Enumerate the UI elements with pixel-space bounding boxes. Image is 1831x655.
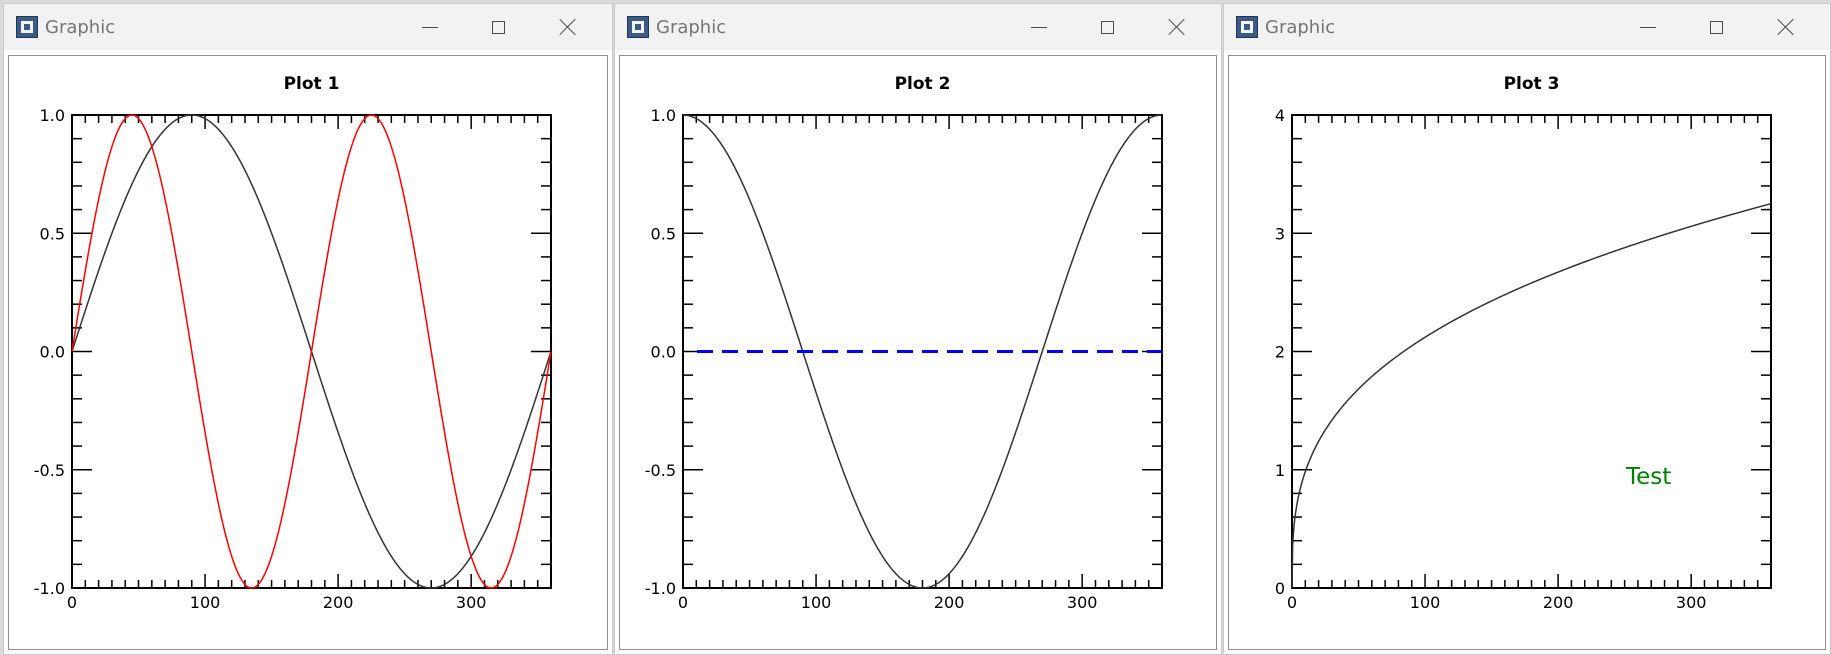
x-tick-label: 200 bbox=[1543, 593, 1574, 612]
window-title: Graphic bbox=[656, 16, 727, 38]
plot-2-chart: Plot 2 0 100 200 300 -1.0 -0.5 0.0 0.5 1.0 bbox=[645, 74, 1163, 612]
maximize-button[interactable] bbox=[1682, 4, 1751, 50]
maximize-icon bbox=[492, 20, 505, 34]
y-tick-label: 0 bbox=[1275, 579, 1285, 598]
y-tick-label: 3 bbox=[1275, 224, 1285, 243]
window-title: Graphic bbox=[45, 16, 116, 38]
graphic-window-icon bbox=[16, 16, 38, 38]
close-button[interactable] bbox=[533, 4, 602, 50]
plot-area: Plot 2 0 100 200 300 -1.0 -0.5 0.0 0.5 1.0 bbox=[619, 55, 1217, 650]
close-icon bbox=[559, 18, 577, 36]
plot-1-chart: Plot 1 0 100 200 300 -1.0 -0.5 0.0 0.5 1.0 bbox=[34, 74, 552, 612]
plot-area: Plot 3 0 100 200 300 0 1 2 3 4 Test bbox=[1228, 55, 1826, 650]
y-tick-label: 0.0 bbox=[651, 343, 676, 362]
y-tick-label: -1.0 bbox=[645, 579, 676, 598]
y-tick-label: 1.0 bbox=[40, 106, 65, 125]
x-tick-label: 100 bbox=[190, 593, 221, 612]
graphic-window-1[interactable]: Graphic Plot 1 0 100 200 300 -1.0 -0.5 0.0 0.5 1.… bbox=[3, 3, 613, 655]
x-tick-label: 300 bbox=[1676, 593, 1707, 612]
plot-3-chart: Plot 3 0 100 200 300 0 1 2 3 4 Test bbox=[1275, 74, 1772, 612]
title-bar[interactable]: Graphic bbox=[615, 4, 1221, 50]
y-tick-label: 0.0 bbox=[40, 343, 65, 362]
graphic-window-2[interactable]: Graphic Plot 2 0 100 200 300 -1.0 -0.5 0.0 0.5 1.… bbox=[614, 3, 1222, 655]
y-tick-label: 0.5 bbox=[651, 224, 676, 243]
x-tick-label: 200 bbox=[934, 593, 965, 612]
y-tick-label: -0.5 bbox=[34, 461, 65, 480]
plot-area: Plot 1 0 100 200 300 -1.0 -0.5 0.0 0.5 1.0 bbox=[8, 55, 608, 650]
minimize-button[interactable] bbox=[1613, 4, 1682, 50]
y-tick-label: -0.5 bbox=[645, 461, 676, 480]
series-line-1 bbox=[1291, 202, 1772, 589]
chart-title: Plot 3 bbox=[1504, 74, 1560, 94]
maximize-icon bbox=[1710, 20, 1723, 34]
series-line-2 bbox=[71, 114, 552, 589]
annotation-text: Test bbox=[1625, 464, 1671, 490]
x-tick-label: 200 bbox=[323, 593, 354, 612]
chart-title: Plot 2 bbox=[895, 74, 951, 94]
close-button[interactable] bbox=[1142, 4, 1211, 50]
x-tick-label: 0 bbox=[678, 593, 688, 612]
y-tick-label: 2 bbox=[1275, 343, 1285, 362]
graphic-window-icon bbox=[627, 16, 649, 38]
x-tick-label: 100 bbox=[1410, 593, 1441, 612]
title-bar[interactable]: Graphic bbox=[1224, 4, 1830, 50]
minimize-button[interactable] bbox=[395, 4, 464, 50]
x-tick-label: 0 bbox=[1287, 593, 1297, 612]
y-tick-label: 0.5 bbox=[40, 224, 65, 243]
y-tick-label: 4 bbox=[1275, 106, 1285, 125]
window-title: Graphic bbox=[1265, 16, 1336, 38]
maximize-icon bbox=[1101, 20, 1114, 34]
minimize-icon bbox=[421, 26, 438, 28]
y-tick-label: 1.0 bbox=[651, 106, 676, 125]
x-tick-label: 300 bbox=[456, 593, 487, 612]
plot-frame bbox=[1291, 114, 1772, 589]
minimize-button[interactable] bbox=[1004, 4, 1073, 50]
x-tick-label: 300 bbox=[1067, 593, 1098, 612]
y-tick-label: -1.0 bbox=[34, 579, 65, 598]
x-tick-label: 100 bbox=[801, 593, 832, 612]
graphic-window-icon bbox=[1236, 16, 1258, 38]
graphic-window-3[interactable]: Graphic Plot 3 0 100 200 300 0 1 2 3 4 Test bbox=[1223, 3, 1831, 655]
minimize-icon bbox=[1639, 26, 1656, 28]
chart-title: Plot 1 bbox=[284, 74, 340, 94]
title-bar[interactable]: Graphic bbox=[4, 4, 612, 50]
close-icon bbox=[1777, 18, 1795, 36]
maximize-button[interactable] bbox=[464, 4, 533, 50]
close-icon bbox=[1168, 18, 1186, 36]
minimize-icon bbox=[1030, 26, 1047, 28]
close-button[interactable] bbox=[1751, 4, 1820, 50]
y-tick-label: 1 bbox=[1275, 461, 1285, 480]
maximize-button[interactable] bbox=[1073, 4, 1142, 50]
x-tick-label: 0 bbox=[67, 593, 77, 612]
